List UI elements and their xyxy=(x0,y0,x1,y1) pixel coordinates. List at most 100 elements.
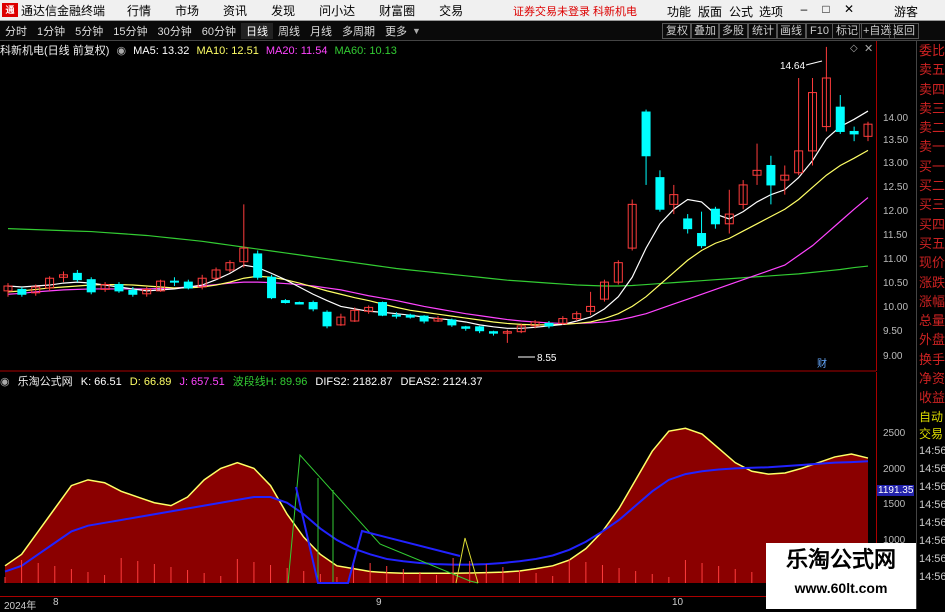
side-item[interactable]: 涨幅 xyxy=(917,292,945,311)
side-item[interactable]: 买一 xyxy=(917,157,945,176)
side-item[interactable]: 买二 xyxy=(917,176,945,195)
indicator-deas2: DEAS2: 2124.37 xyxy=(400,376,483,388)
draw-button[interactable]: 画线 xyxy=(776,23,806,39)
menu-options[interactable]: 选项 xyxy=(759,3,783,20)
candle-body xyxy=(766,164,776,186)
tick-time: 14:56 xyxy=(919,444,945,457)
tick-time: 14:56 xyxy=(919,552,945,565)
period-tab[interactable]: 周线 xyxy=(273,23,305,39)
restore-icon[interactable]: □ xyxy=(819,2,833,16)
candle-body xyxy=(835,106,845,132)
menu-bar: 通 通达信金融终端 行情 市场 资讯 发现 问小达 财富圈 交易 证券交易未登录… xyxy=(0,0,945,21)
side-item[interactable]: 卖五 xyxy=(917,60,945,79)
mark-button[interactable]: 标记 xyxy=(832,23,862,39)
candle-body xyxy=(475,326,485,332)
candle-body xyxy=(488,331,498,334)
menu-function[interactable]: 功能 xyxy=(667,3,691,20)
candle-body xyxy=(641,111,651,157)
side-item[interactable]: 买五 xyxy=(917,234,945,253)
side-item[interactable]: 卖一 xyxy=(917,137,945,156)
period-tab[interactable]: 15分钟 xyxy=(108,23,152,39)
tick-time: 14:56 xyxy=(919,462,945,475)
side-item[interactable]: 收益 xyxy=(917,388,945,407)
menu-news[interactable]: 资讯 xyxy=(223,2,247,19)
candle-body xyxy=(461,326,471,329)
menu-quotes[interactable]: 行情 xyxy=(127,2,151,19)
menu-layout[interactable]: 版面 xyxy=(698,3,722,20)
f10-button[interactable]: F10 xyxy=(806,23,833,39)
menu-wealth[interactable]: 财富圈 xyxy=(379,2,415,19)
watermark-title: 乐淘公式网 xyxy=(785,548,896,573)
settings-icon[interactable]: ◉ xyxy=(0,376,10,388)
stats-button[interactable]: 统计 xyxy=(748,23,778,39)
date-tick: 2024年 xyxy=(4,601,37,612)
candle-body xyxy=(683,218,693,230)
minimize-icon[interactable]: – xyxy=(797,2,811,16)
candle-body xyxy=(267,276,277,299)
date-axis: 2024年 8 9 10 xyxy=(0,596,876,612)
chevron-down-icon[interactable]: ▼ xyxy=(412,26,421,36)
menu-market[interactable]: 市场 xyxy=(175,2,199,19)
side-item[interactable]: 现价 xyxy=(917,253,945,272)
side-item[interactable]: 净资 xyxy=(917,369,945,388)
trade-login-warning: 证券交易未登录 科新机电 xyxy=(513,6,638,18)
candle-body xyxy=(710,208,720,225)
period-tab[interactable]: 月线 xyxy=(305,23,337,39)
period-tab[interactable]: 分时 xyxy=(0,23,32,39)
period-more[interactable]: 更多 xyxy=(380,23,412,39)
date-tick: 8 xyxy=(53,597,59,608)
tick-time: 14:56 xyxy=(919,570,945,583)
overlay-button[interactable]: 叠加 xyxy=(690,23,720,39)
side-item[interactable]: 外盘 xyxy=(917,330,945,349)
side-item[interactable]: 买四 xyxy=(917,215,945,234)
finance-marker[interactable]: 财 xyxy=(817,357,827,370)
candle-body xyxy=(86,279,96,293)
menu-trade[interactable]: 交易 xyxy=(439,2,463,19)
period-tab[interactable]: 多周期 xyxy=(337,23,380,39)
candle-body xyxy=(294,302,304,305)
indicator-k: K: 66.51 xyxy=(80,376,122,388)
side-item-auto[interactable]: 自动 xyxy=(917,408,945,425)
multi-stock-button[interactable]: 多股 xyxy=(718,23,748,39)
side-item[interactable]: 总量 xyxy=(917,311,945,330)
candle-body xyxy=(544,322,554,327)
back-button[interactable]: 返回 xyxy=(889,23,919,39)
menu-formula[interactable]: 公式 xyxy=(729,3,753,20)
side-item[interactable]: 换手 xyxy=(917,350,945,369)
ind-tick: 1500 xyxy=(883,499,906,510)
candle-body xyxy=(405,314,415,318)
period-tab[interactable]: 30分钟 xyxy=(153,23,197,39)
ma20-line xyxy=(7,197,869,325)
side-item[interactable]: 涨跌 xyxy=(917,273,945,292)
close-icon[interactable]: ✕ xyxy=(842,2,856,16)
price-tick: 10.50 xyxy=(883,278,909,289)
period-tab[interactable]: 5分钟 xyxy=(70,23,108,39)
candle-body xyxy=(391,314,401,317)
price-axis: 14.00 13.50 13.00 12.50 12.00 11.50 11.0… xyxy=(876,41,916,371)
indicator-name[interactable]: 乐淘公式网 xyxy=(18,376,73,388)
indicator-fill xyxy=(5,428,868,583)
menu-xiaoda[interactable]: 问小达 xyxy=(319,2,355,19)
side-item[interactable]: 卖二 xyxy=(917,118,945,137)
side-item[interactable]: 卖三 xyxy=(917,99,945,118)
low-price-label: 8.55 xyxy=(537,353,557,364)
candle-body xyxy=(280,300,290,304)
side-item-trade[interactable]: 交易 xyxy=(917,425,945,442)
price-chart[interactable]: 14.64 8.55 财 xyxy=(0,41,876,596)
ma60-line xyxy=(7,228,869,287)
period-tab[interactable]: 1分钟 xyxy=(32,23,70,39)
ma10-line xyxy=(7,149,869,326)
period-tab[interactable]: 60分钟 xyxy=(197,23,241,39)
price-tick: 13.00 xyxy=(883,158,909,169)
side-item[interactable]: 卖四 xyxy=(917,80,945,99)
guest-label[interactable]: 游客 xyxy=(894,3,918,20)
price-tick: 13.50 xyxy=(883,135,909,146)
watermark-url: www.60lt.com xyxy=(794,580,888,596)
side-item[interactable]: 委比 xyxy=(917,41,945,60)
period-tab-daily[interactable]: 日线 xyxy=(241,22,273,39)
menu-discover[interactable]: 发现 xyxy=(271,2,295,19)
ind-tick: 2500 xyxy=(883,428,906,439)
adjust-button[interactable]: 复权 xyxy=(662,23,692,39)
side-item[interactable]: 买三 xyxy=(917,195,945,214)
price-tick: 12.50 xyxy=(883,182,909,193)
